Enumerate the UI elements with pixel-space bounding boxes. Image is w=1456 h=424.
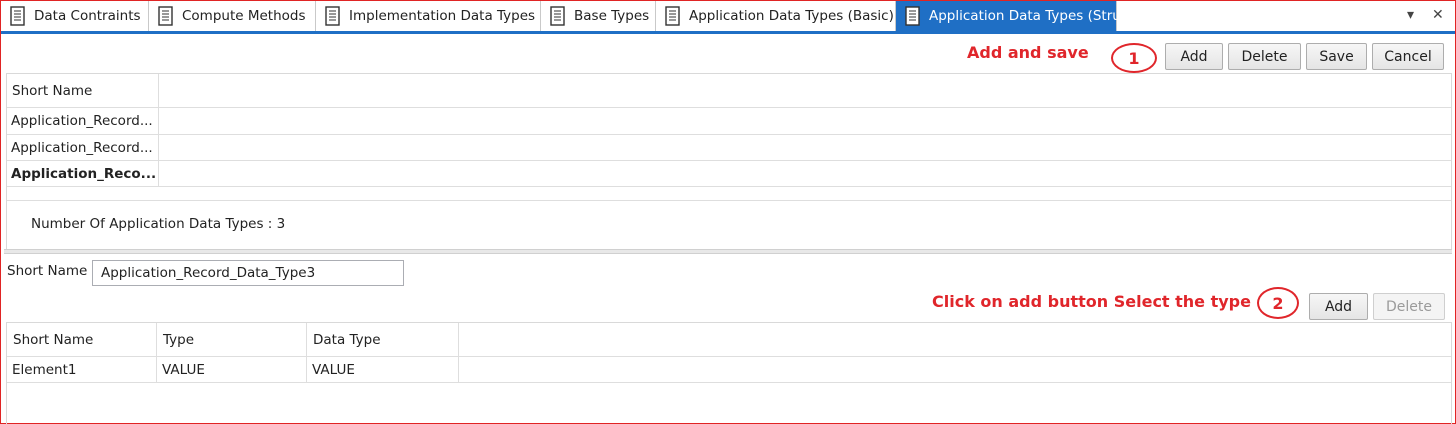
tab-data-contraints[interactable]: Data Contraints	[1, 1, 149, 31]
tab-compute-methods[interactable]: Compute Methods	[149, 1, 316, 31]
document-icon	[324, 6, 341, 26]
grid-empty-row	[7, 187, 1451, 201]
column-header-data-type[interactable]: Data Type	[307, 323, 459, 356]
grid-header-row: Short Name	[7, 74, 1451, 108]
document-icon	[9, 6, 26, 26]
delete-element-button[interactable]: Delete	[1373, 293, 1445, 320]
add-element-button[interactable]: Add	[1309, 293, 1368, 320]
table-row[interactable]: Element1 VALUE VALUE	[7, 357, 1451, 383]
document-icon	[549, 6, 566, 26]
table-row[interactable]: Application_Record...	[7, 108, 1451, 135]
table-row-selected[interactable]: Application_Reco...	[7, 161, 1451, 187]
table-cell: Application_Reco...	[7, 161, 159, 186]
document-icon	[664, 6, 681, 26]
save-button[interactable]: Save	[1306, 43, 1367, 70]
table-row[interactable]: Application_Record...	[7, 135, 1451, 161]
annotation-step1-text: Add and save	[967, 43, 1089, 62]
tab-label: Application Data Types (Struct)	[929, 8, 1139, 24]
document-icon	[157, 6, 174, 26]
app-window: Data Contraints Compute Methods Implemen…	[0, 0, 1456, 424]
tab-bar: Data Contraints Compute Methods Implemen…	[1, 1, 1455, 34]
table-cell: Application_Record...	[7, 108, 159, 134]
short-name-input[interactable]: Application_Record_Data_Type3	[92, 260, 404, 286]
tab-label: Implementation Data Types	[349, 8, 536, 24]
table-cell: Application_Record...	[7, 135, 159, 160]
elements-grid: Short Name Type Data Type Element1 VALUE…	[6, 322, 1452, 424]
tab-application-data-types-struct[interactable]: Application Data Types (Struct)	[896, 1, 1139, 31]
close-icon[interactable]: ✕	[1432, 7, 1444, 23]
table-cell[interactable]: VALUE	[157, 357, 307, 382]
tab-label: Base Types	[574, 8, 650, 24]
tab-implementation-data-types[interactable]: Implementation Data Types	[316, 1, 541, 31]
short-name-label: Short Name	[7, 263, 88, 279]
tab-label: Application Data Types (Basic)	[689, 8, 894, 24]
table-cell: Element1	[7, 357, 157, 382]
types-grid: Short Name Application_Record... Applica…	[6, 73, 1452, 251]
cancel-button[interactable]: Cancel	[1372, 43, 1444, 70]
tab-application-data-types-basic[interactable]: Application Data Types (Basic)	[656, 1, 896, 31]
column-header-type[interactable]: Type	[157, 323, 307, 356]
types-count-text: Number Of Application Data Types : 3	[31, 216, 286, 232]
annotation-step1-marker: 1	[1111, 43, 1157, 73]
annotation-step2-marker: 2	[1257, 287, 1299, 319]
delete-button[interactable]: Delete	[1228, 43, 1301, 70]
grid-header-row: Short Name Type Data Type	[7, 323, 1451, 357]
tab-base-types[interactable]: Base Types	[541, 1, 656, 31]
tab-label: Compute Methods	[182, 8, 306, 24]
document-icon	[904, 6, 921, 26]
column-header-short-name[interactable]: Short Name	[7, 74, 159, 107]
add-button[interactable]: Add	[1165, 43, 1223, 70]
column-header-short-name[interactable]: Short Name	[7, 323, 157, 356]
chevron-down-icon[interactable]: ▾	[1407, 7, 1414, 23]
annotation-step2-text: Click on add button Select the type	[932, 292, 1251, 311]
tab-label: Data Contraints	[34, 8, 141, 24]
table-cell[interactable]: VALUE	[307, 357, 459, 382]
panel-splitter[interactable]	[4, 249, 1452, 254]
